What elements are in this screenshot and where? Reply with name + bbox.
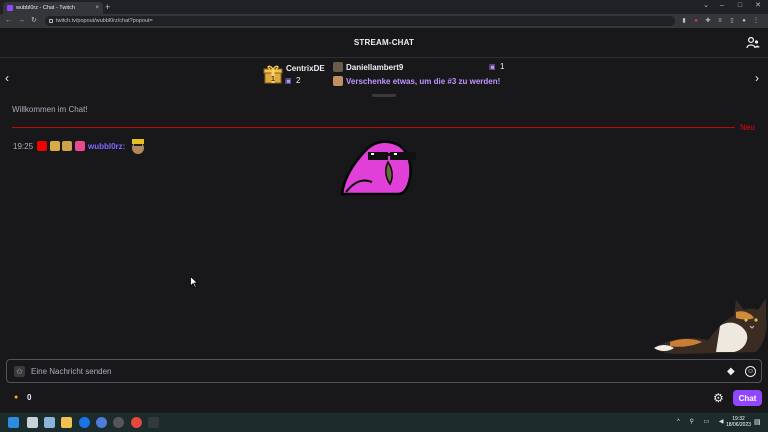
chat-header: STREAM-CHAT [0, 28, 768, 58]
svg-text:1: 1 [271, 76, 275, 83]
menu-icon[interactable]: ⋮ [752, 17, 760, 25]
leaderboard-drag-handle[interactable] [372, 94, 396, 97]
extension-icon[interactable]: ● [692, 17, 700, 25]
reload-button[interactable]: ↻ [31, 16, 37, 26]
crown-badge-icon[interactable] [50, 141, 60, 151]
gift-badge-icon[interactable] [75, 141, 85, 151]
close-window-button[interactable]: ✕ [748, 0, 768, 12]
message-timestamp: 19:25 [13, 142, 34, 151]
message-username[interactable]: wubbl0rz: [88, 142, 125, 151]
minimize-button[interactable]: – [712, 0, 732, 12]
windows-taskbar: ^ ⚲ ▭ ◀ 19:32 18/06/2023 ▤ [0, 413, 768, 432]
system-tray[interactable]: ^ ⚲ ▭ ◀ [677, 418, 728, 425]
gift-icon: ▣ [489, 64, 496, 71]
media-icon[interactable]: ≡ [716, 17, 724, 25]
leaderboard-user-2[interactable]: Daniellambert9 [346, 63, 403, 72]
puzzle-icon[interactable]: ✚ [704, 17, 712, 25]
channel-points-count[interactable]: 0 [27, 393, 31, 402]
taskview-icon[interactable] [27, 417, 38, 428]
lock-icon [49, 19, 53, 23]
twitch-favicon-icon [7, 5, 13, 11]
profile-icon[interactable]: ● [740, 17, 748, 25]
browser-toolbar: ← → ↻ twitch.tv/popout/wubbl0rz/chat?pop… [0, 14, 768, 28]
browser-tab[interactable]: wubbl0rz - Chat - Twitch × [3, 2, 103, 14]
desktop-icon[interactable] [44, 417, 55, 428]
chat-title: STREAM-CHAT [353, 38, 415, 47]
chrome-icon[interactable] [131, 417, 142, 428]
address-bar[interactable]: twitch.tv/popout/wubbl0rz/chat?popout= [45, 16, 675, 26]
new-messages-label: Neu [740, 123, 755, 132]
start-icon[interactable] [8, 417, 19, 428]
tab-title: wubbl0rz - Chat - Twitch [16, 5, 75, 11]
gift-rank-2-icon [333, 62, 343, 72]
emoji-icon[interactable]: ☺ [745, 366, 756, 377]
gift-rank-1-icon: 1 [263, 65, 283, 84]
leaderboard-prev-button[interactable]: ‹ [5, 71, 9, 85]
app-icon[interactable] [113, 417, 124, 428]
chat-send-button[interactable]: Chat [733, 390, 762, 406]
broadcaster-badge-icon[interactable] [37, 141, 47, 151]
emote-picker-icon[interactable]: ✩ [14, 366, 25, 377]
taskbar-date: 18/06/2023 [726, 422, 752, 428]
users-icon[interactable] [746, 37, 760, 49]
new-messages-divider [12, 127, 735, 128]
sidebar-icon[interactable]: ▯ [728, 17, 736, 25]
chat-input-placeholder: Eine Nachricht senden [31, 367, 112, 376]
extension-icon[interactable]: ▮ [680, 17, 688, 25]
welcome-message: Willkommen im Chat! [12, 105, 88, 114]
back-button[interactable]: ← [5, 16, 12, 26]
chat-input[interactable]: ✩ Eine Nachricht senden ◆ ☺ [6, 359, 762, 383]
file-explorer-icon[interactable] [61, 417, 72, 428]
cursor-icon [190, 276, 198, 288]
cat-image [654, 298, 767, 354]
app-icon[interactable] [79, 417, 90, 428]
terminal-icon[interactable] [148, 417, 159, 428]
forward-button[interactable]: → [18, 16, 25, 26]
subscriber-badge-icon[interactable] [62, 141, 72, 151]
new-tab-button[interactable]: + [105, 2, 110, 12]
url-text: twitch.tv/popout/wubbl0rz/chat?popout= [56, 18, 153, 24]
gift-icon: ▣ [285, 78, 292, 85]
maximize-button[interactable]: □ [730, 0, 750, 12]
leaderboard-slot-3[interactable]: Verschenke etwas, um die #3 zu werden! [346, 77, 500, 86]
taskbar-clock[interactable]: 19:32 18/06/2023 [726, 416, 751, 428]
emote-small[interactable] [129, 138, 147, 154]
leaderboard-count-1: 2 [296, 76, 301, 85]
browser-tab-bar: wubbl0rz - Chat - Twitch × + ⌄ – □ ✕ [0, 0, 768, 14]
notification-icon[interactable]: ▤ [754, 418, 761, 426]
gift-leaderboard: ‹ 1 CentrixDE ▣ 2 Daniellambert9 ▣ 1 Ver… [0, 58, 768, 98]
leaderboard-user-1[interactable]: CentrixDE [286, 64, 325, 73]
tab-close-icon[interactable]: × [95, 5, 99, 11]
leaderboard-next-button[interactable]: › [755, 71, 759, 85]
app-icon[interactable] [96, 417, 107, 428]
leaderboard-count-2: 1 [500, 62, 505, 71]
channel-points-icon[interactable]: ● [14, 394, 18, 401]
bits-icon[interactable]: ◆ [727, 366, 735, 377]
emote-parrot-sunglasses[interactable] [338, 138, 420, 196]
gift-rank-3-icon [333, 76, 343, 86]
settings-icon[interactable]: ⚙ [713, 391, 724, 405]
